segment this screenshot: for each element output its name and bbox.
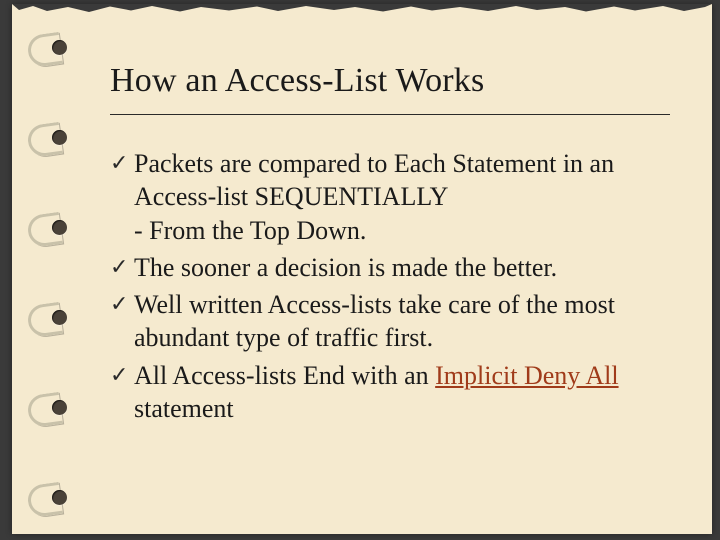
spiral-binding xyxy=(42,34,70,512)
check-icon: ✓ xyxy=(110,359,134,426)
slide-title: How an Access-List Works xyxy=(110,62,670,100)
check-icon: ✓ xyxy=(110,288,134,355)
paper-sheet: How an Access-List Works ✓ Packets are c… xyxy=(12,4,712,534)
bullet-text: Well written Access-lists take care of t… xyxy=(134,288,670,355)
bullet-text: All Access-lists End with an Implicit De… xyxy=(134,359,670,426)
check-icon: ✓ xyxy=(110,147,134,247)
ring-icon xyxy=(42,394,70,422)
list-item: ✓ All Access-lists End with an Implicit … xyxy=(110,359,670,426)
ring-icon xyxy=(42,214,70,242)
bullet-text: The sooner a decision is made the better… xyxy=(134,251,670,284)
bullet-text: Packets are compared to Each Statement i… xyxy=(134,147,670,247)
list-item: ✓ Well written Access-lists take care of… xyxy=(110,288,670,355)
bullet-line: Packets are compared to Each Statement i… xyxy=(134,149,614,211)
list-item: ✓ Packets are compared to Each Statement… xyxy=(110,147,670,247)
bullet-suffix: statement xyxy=(134,394,234,423)
slide-content: How an Access-List Works ✓ Packets are c… xyxy=(110,62,670,429)
bullet-subline: - From the Top Down. xyxy=(134,214,670,247)
emphasis-text: Implicit Deny All xyxy=(435,361,618,390)
ring-icon xyxy=(42,484,70,512)
ring-icon xyxy=(42,304,70,332)
list-item: ✓ The sooner a decision is made the bett… xyxy=(110,251,670,284)
ring-icon xyxy=(42,34,70,62)
bullet-prefix: All Access-lists End with an xyxy=(134,361,435,390)
torn-edge xyxy=(12,4,712,14)
title-rule xyxy=(110,114,670,115)
slide-background: How an Access-List Works ✓ Packets are c… xyxy=(0,0,720,540)
ring-icon xyxy=(42,124,70,152)
check-icon: ✓ xyxy=(110,251,134,284)
bullet-list: ✓ Packets are compared to Each Statement… xyxy=(110,147,670,425)
